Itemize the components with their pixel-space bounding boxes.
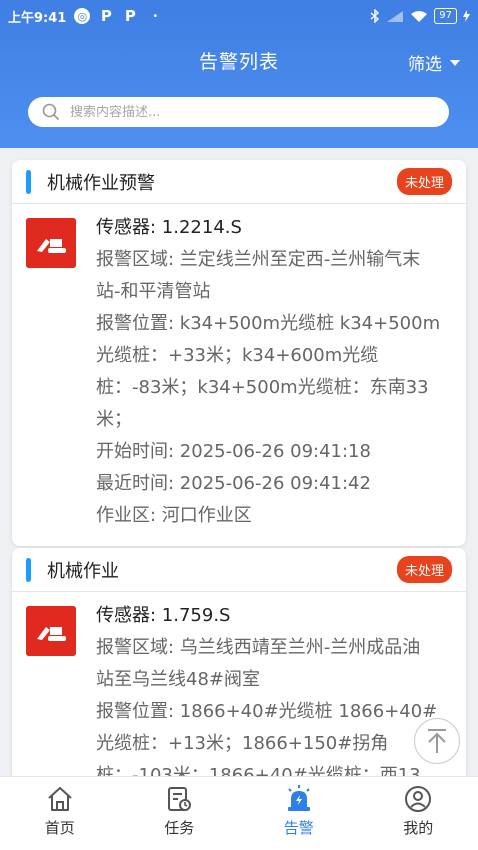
nav-bar: 告警列表 筛选 bbox=[0, 42, 478, 78]
tab-bar: 首页 任务 告警 我的 bbox=[0, 776, 478, 850]
sensor-line: 传感器: 1.759.S bbox=[96, 605, 231, 626]
location-line-cont: 桩：-83米；k34+500m光缆桩：东南33 bbox=[96, 377, 429, 398]
search-input[interactable] bbox=[70, 104, 390, 120]
sensor-line: 传感器: 1.2214.S bbox=[96, 217, 242, 238]
location-line: 报警位置: 1866+40#光缆桩 1866+40# bbox=[96, 701, 438, 722]
header: 上午9:41 ◎ P P • 97 告警列表 筛选 bbox=[0, 0, 478, 148]
location-line-cont: 光缆桩：+13米；1866+150#拐角 bbox=[96, 733, 389, 754]
alarm-card-header: 机械作业预警 未处理 bbox=[12, 160, 466, 204]
location-line-cont: 光缆桩：+33米；k34+600m光缆 bbox=[96, 345, 379, 366]
alarm-card-body: 传感器: 1.759.S 报警区域: 乌兰线西靖至兰州-兰州成品油 站至乌兰线4… bbox=[12, 592, 466, 776]
status-badge: 未处理 bbox=[396, 556, 452, 583]
page-title: 告警列表 bbox=[198, 50, 279, 73]
tab-label: 告警 bbox=[283, 819, 314, 837]
area-line-cont: 站至乌兰线48#阀室 bbox=[96, 669, 260, 690]
alarm-title: 机械作业 bbox=[47, 560, 119, 582]
signal-icon bbox=[387, 10, 404, 22]
recent-time-line: 最近时间: 2025-06-26 09:41:42 bbox=[96, 473, 371, 494]
arrow-up-icon bbox=[428, 729, 446, 753]
area-line: 报警区域: 兰定线兰州至定西-兰州输气末 bbox=[96, 249, 421, 270]
p-notification-icon: P bbox=[100, 7, 112, 25]
back-to-top-button[interactable] bbox=[414, 718, 460, 764]
charging-icon bbox=[463, 10, 470, 22]
filter-button[interactable]: 筛选 bbox=[408, 50, 460, 75]
status-bar: 上午9:41 ◎ P P • 97 bbox=[0, 0, 478, 32]
alarm-card[interactable]: 机械作业 未处理 传感器: 1.759.S 报警区域: 乌兰线西靖至兰州-兰州成… bbox=[12, 548, 466, 776]
filter-label: 筛选 bbox=[408, 55, 442, 75]
alarm-card-header: 机械作业 未处理 bbox=[12, 548, 466, 592]
excavator-icon bbox=[26, 606, 76, 656]
tab-tasks[interactable]: 任务 bbox=[120, 777, 240, 850]
alarm-icon bbox=[287, 785, 310, 811]
p-notification-icon-2: P bbox=[124, 7, 136, 25]
more-notifications-icon: • bbox=[152, 10, 159, 22]
alarm-title: 机械作业预警 bbox=[47, 172, 155, 194]
chevron-down-icon bbox=[450, 59, 460, 66]
tab-home[interactable]: 首页 bbox=[0, 777, 120, 850]
app-notification-icon: ◎ bbox=[74, 8, 91, 24]
work-area-line: 作业区: 河口作业区 bbox=[96, 505, 252, 526]
profile-icon bbox=[405, 786, 432, 812]
bluetooth-icon bbox=[370, 9, 380, 23]
area-line: 报警区域: 乌兰线西靖至兰州-兰州成品油 bbox=[96, 637, 421, 658]
title-accent-bar bbox=[26, 169, 31, 194]
tab-profile[interactable]: 我的 bbox=[359, 777, 478, 850]
task-icon bbox=[168, 787, 192, 811]
battery-icon: 97 bbox=[434, 8, 457, 24]
tab-label: 首页 bbox=[44, 819, 75, 837]
location-line-cont: 米； bbox=[96, 409, 132, 430]
wifi-icon bbox=[411, 10, 428, 22]
location-line-cont: 桩：-103米；1866+40#光缆桩：西13 bbox=[96, 765, 421, 776]
alarm-card-body: 传感器: 1.2214.S 报警区域: 兰定线兰州至定西-兰州输气末 站-和平清… bbox=[12, 204, 466, 546]
location-line: 报警位置: k34+500m光缆桩 k34+500m bbox=[96, 313, 441, 334]
area-line-cont: 站-和平清管站 bbox=[96, 281, 211, 302]
start-time-line: 开始时间: 2025-06-26 09:41:18 bbox=[96, 441, 371, 462]
search-icon bbox=[42, 103, 60, 121]
home-icon bbox=[48, 787, 72, 811]
tab-label: 我的 bbox=[403, 819, 434, 837]
title-accent-bar bbox=[26, 557, 31, 582]
search-bar[interactable] bbox=[28, 97, 449, 127]
excavator-icon bbox=[26, 218, 76, 268]
tab-label: 任务 bbox=[164, 819, 195, 837]
tab-alarms[interactable]: 告警 bbox=[239, 777, 359, 850]
alarm-card[interactable]: 机械作业预警 未处理 传感器: 1.2214.S 报警区域: 兰定线兰州至定西-… bbox=[12, 160, 466, 546]
alarm-list[interactable]: 机械作业预警 未处理 传感器: 1.2214.S 报警区域: 兰定线兰州至定西-… bbox=[0, 148, 478, 776]
status-badge: 未处理 bbox=[396, 168, 452, 195]
status-time: 上午9:41 bbox=[8, 10, 67, 26]
